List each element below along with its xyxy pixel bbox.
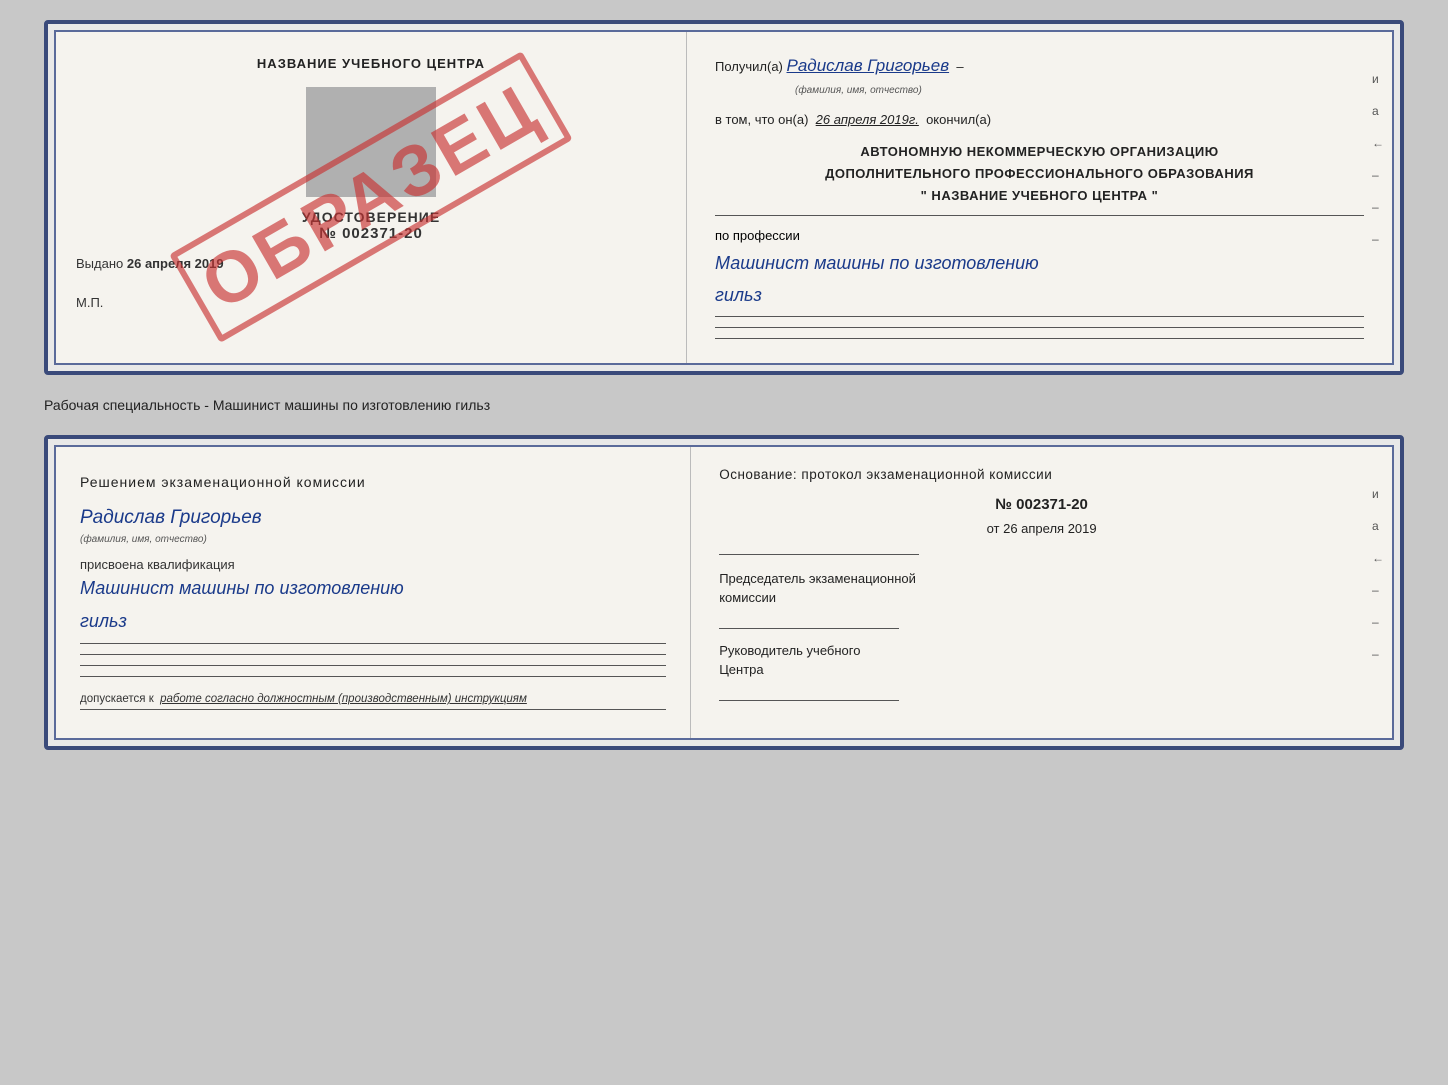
kval-line1: Машинист машины по изготовлению (80, 572, 666, 604)
okonchil-label: окончил(а) (926, 112, 991, 127)
side-letter-a: а (1372, 104, 1384, 118)
bottom-document: Решением экзаменационной комиссии Радисл… (44, 435, 1404, 750)
dopusk-text: работе согласно должностным (производств… (160, 693, 527, 705)
top-right-panel: Получил(а) Радислав Григорьев – (фамилия… (687, 32, 1392, 363)
org-line1: АВТОНОМНУЮ НЕКОММЕРЧЕСКУЮ ОРГАНИЗАЦИЮ (715, 141, 1364, 163)
chairman-sign-line (719, 609, 899, 629)
profession-line1: Машинист машины по изготовлению (715, 247, 1364, 279)
vtom-date: 26 апреля 2019г. (816, 112, 919, 127)
protocol-date-val: 26 апреля 2019 (1003, 521, 1097, 536)
vydano-line: Выдано 26 апреля 2019 (76, 256, 666, 271)
b-side-letter-arrow: ← (1372, 551, 1384, 565)
predsedatel-text: Председатель экзаменационной (719, 571, 916, 586)
vtom-line: в том, что он(а) 26 апреля 2019г. окончи… (715, 110, 1364, 131)
side-letter-i: и (1372, 72, 1384, 86)
recipient-name: Радислав Григорьев (787, 56, 950, 75)
dopuskaetsya-block: допускается к работе согласно должностны… (80, 693, 666, 705)
po-professii-label: по профессии (715, 228, 1364, 243)
prisvoena-label: присвоена квалификация (80, 557, 666, 572)
protocol-date: от 26 апреля 2019 (719, 521, 1364, 536)
right-side-letters: и а ← – – – (1372, 72, 1384, 246)
bottom-name-line: Радислав Григорьев (фамилия, имя, отчест… (80, 507, 666, 547)
komissia-title: Решением экзаменационной комиссии (80, 471, 666, 493)
rukovoditel-label: Руководитель учебного (719, 643, 1364, 658)
bottom-right-panel: Основание: протокол экзаменационной коми… (691, 447, 1392, 738)
side-dash3: – (1372, 232, 1384, 246)
fio-label-top: (фамилия, имя, отчество) (795, 85, 922, 96)
b-side-letter-a: а (1372, 519, 1384, 533)
bottom-left-panel: Решением экзаменационной комиссии Радисл… (56, 447, 691, 738)
director-sign-line (719, 681, 899, 701)
vtom-label: в том, что он(а) (715, 112, 808, 127)
udost-label: УДОСТОВЕРЕНИЕ (76, 209, 666, 225)
top-document: НАЗВАНИЕ УЧЕБНОГО ЦЕНТРА УДОСТОВЕРЕНИЕ №… (44, 20, 1404, 375)
kval-line2: гильз (80, 605, 666, 637)
predsedatel-label: Председатель экзаменационной (719, 571, 1364, 586)
bottom-fio-label: (фамилия, имя, отчество) (80, 534, 207, 545)
protocol-num: № 002371-20 (719, 496, 1364, 513)
cert-title: НАЗВАНИЕ УЧЕБНОГО ЦЕНТРА (76, 56, 666, 71)
vydano-text: Выдано (76, 256, 123, 271)
udost-block: УДОСТОВЕРЕНИЕ № 002371-20 (76, 209, 666, 242)
side-dash1: – (1372, 168, 1384, 182)
b-side-dash3: – (1372, 647, 1384, 661)
osnov-title: Основание: протокол экзаменационной коми… (719, 467, 1364, 482)
vydano-date: 26 апреля 2019 (127, 256, 224, 271)
photo-placeholder (306, 87, 436, 197)
bottom-right-side-letters: и а ← – – – (1372, 487, 1384, 661)
mp-line: М.П. (76, 295, 666, 310)
dash: – (956, 59, 963, 74)
side-letter-arrow: ← (1372, 136, 1384, 150)
top-left-panel: НАЗВАНИЕ УЧЕБНОГО ЦЕНТРА УДОСТОВЕРЕНИЕ №… (56, 32, 687, 363)
specialty-label: Рабочая специальность - Машинист машины … (44, 391, 1404, 419)
bottom-recipient-name: Радислав Григорьев (80, 507, 262, 528)
b-side-dash1: – (1372, 583, 1384, 597)
side-dash2: – (1372, 200, 1384, 214)
org-line2: ДОПОЛНИТЕЛЬНОГО ПРОФЕССИОНАЛЬНОГО ОБРАЗО… (715, 163, 1364, 185)
org-block: АВТОНОМНУЮ НЕКОММЕРЧЕСКУЮ ОРГАНИЗАЦИЮ ДО… (715, 141, 1364, 207)
b-side-letter-i: и (1372, 487, 1384, 501)
poluchil-line: Получил(а) Радислав Григорьев – (фамилия… (715, 52, 1364, 100)
b-side-dash2: – (1372, 615, 1384, 629)
tsentra-label: Центра (719, 662, 1364, 677)
dopuskaetsya-text: допускается к (80, 693, 154, 705)
profession-block: по профессии Машинист машины по изготовл… (715, 228, 1364, 339)
komissii-label: комиссии (719, 590, 1364, 605)
ot-label: от (987, 521, 1000, 536)
profession-line2: гильз (715, 279, 1364, 311)
udost-num: № 002371-20 (76, 225, 666, 242)
poluchil-label: Получил(а) (715, 59, 783, 74)
org-line3: " НАЗВАНИЕ УЧЕБНОГО ЦЕНТРА " (715, 185, 1364, 207)
